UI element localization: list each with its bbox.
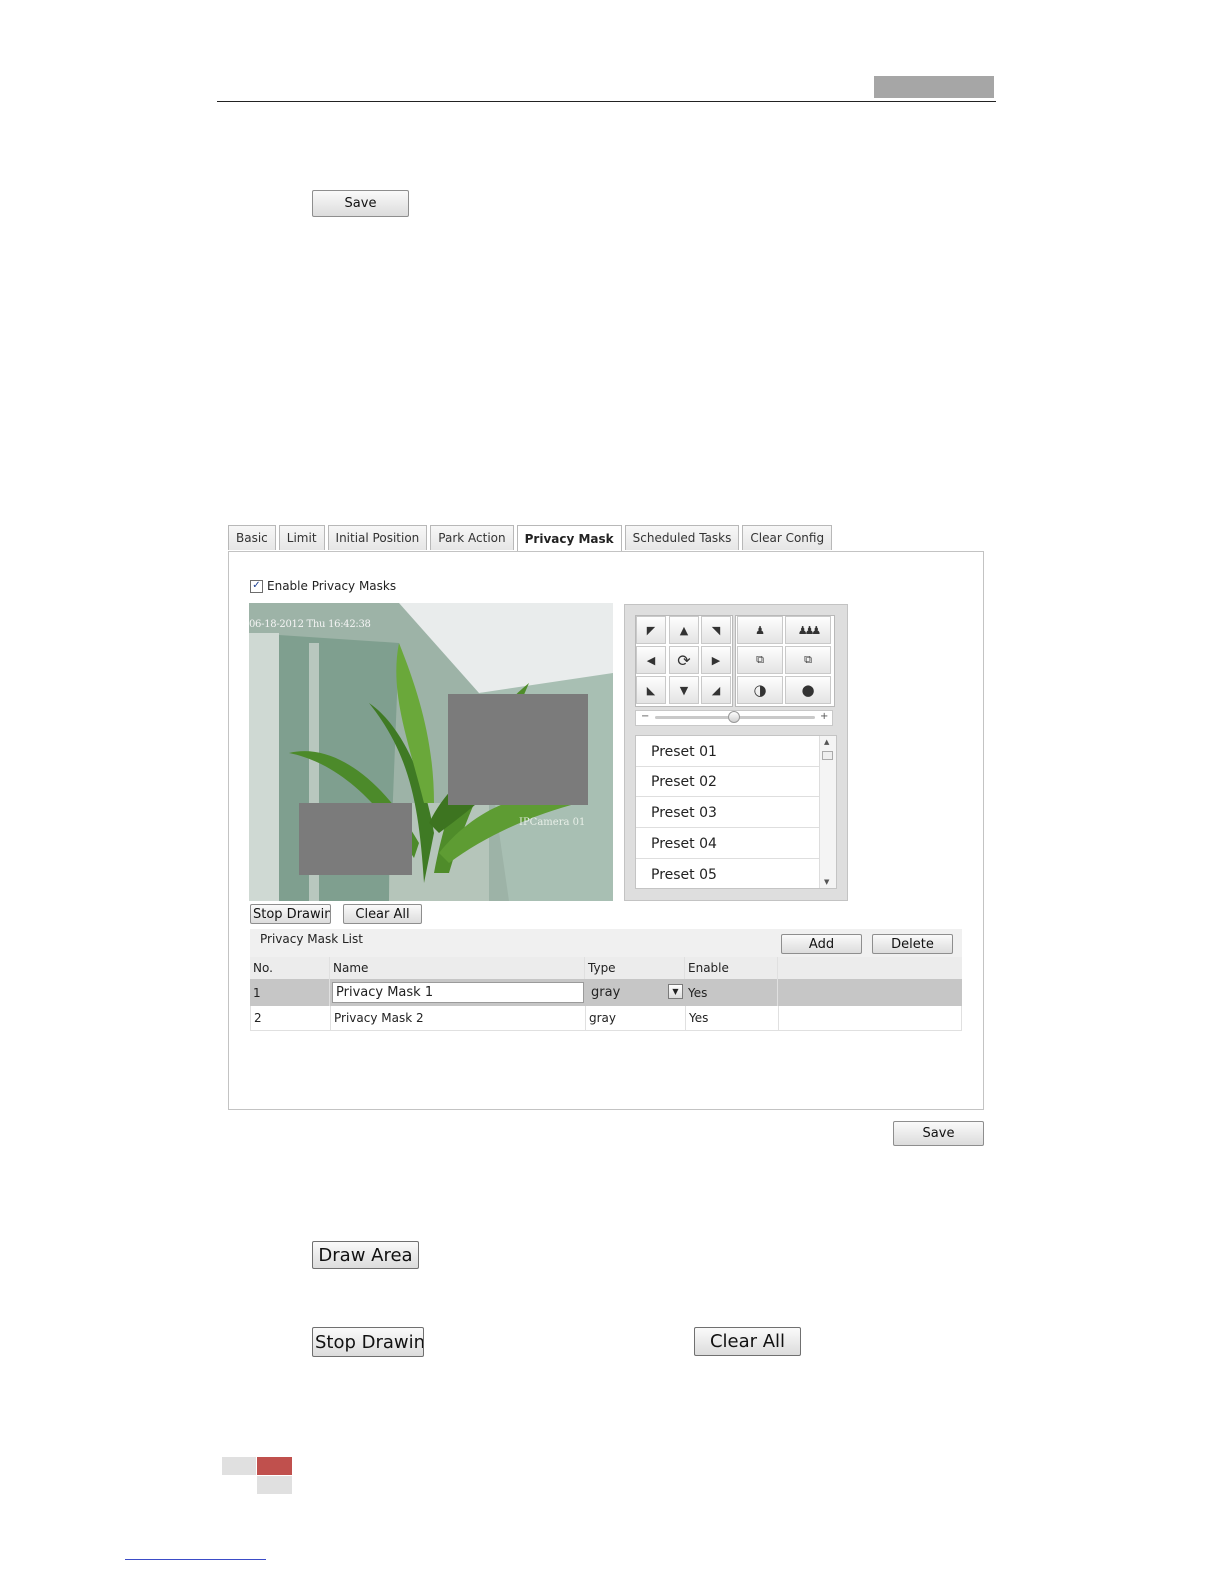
- arrow-right-icon[interactable]: ▶: [701, 646, 731, 674]
- scroll-up-icon[interactable]: ▲: [824, 738, 829, 746]
- footer-link-underline: [125, 1559, 266, 1560]
- clear-all-large-button[interactable]: Clear All: [694, 1327, 801, 1356]
- draw-area-button[interactable]: Draw Area: [312, 1241, 419, 1269]
- delete-mask-button[interactable]: Delete: [872, 934, 953, 954]
- enable-privacy-masks-row: ✓ Enable Privacy Masks: [250, 579, 396, 593]
- preset-item[interactable]: Preset 04: [636, 829, 820, 859]
- column-enable: Enable: [685, 957, 778, 979]
- focus-near-icon[interactable]: ⧉: [737, 646, 783, 674]
- auto-pan-icon[interactable]: ⟳: [669, 646, 699, 674]
- tab-limit[interactable]: Limit: [278, 525, 325, 550]
- preset-item[interactable]: Preset 02: [636, 767, 820, 797]
- privacy-mask-area-2[interactable]: [299, 803, 412, 875]
- chevron-down-icon[interactable]: ▼: [668, 984, 683, 999]
- table-row[interactable]: 2 Privacy Mask 2 gray Yes: [250, 1006, 962, 1031]
- zoom-in-icon[interactable]: ♟: [737, 616, 783, 644]
- table-header-row: No. Name Type Enable: [250, 957, 962, 979]
- iris-open-icon[interactable]: ◑: [737, 676, 783, 704]
- arrow-down-right-icon[interactable]: ◢: [701, 676, 731, 704]
- video-camera-name: IPCamera 01: [519, 817, 586, 828]
- slider-minus-label: −: [641, 711, 650, 722]
- arrow-left-icon[interactable]: ◀: [636, 646, 666, 674]
- slider-knob[interactable]: [728, 711, 740, 723]
- scroll-down-icon[interactable]: ▼: [824, 878, 829, 886]
- row-type: gray: [586, 1006, 686, 1030]
- footer-square-gray: [257, 1476, 292, 1494]
- column-type: Type: [585, 957, 685, 979]
- top-save-button[interactable]: Save: [312, 190, 409, 217]
- video-timestamp: 06-18-2012 Thu 16:42:38: [249, 619, 371, 630]
- clear-all-button[interactable]: Clear All: [343, 904, 422, 924]
- tab-clear-config[interactable]: Clear Config: [742, 525, 833, 550]
- arrow-down-left-icon[interactable]: ◣: [636, 676, 666, 704]
- arrow-up-left-icon[interactable]: ◤: [636, 616, 666, 644]
- zoom-out-icon[interactable]: ♟♟♟: [785, 616, 831, 644]
- footer-square-gray: [222, 1457, 256, 1475]
- preset-scrollbar[interactable]: ▲ ▼: [819, 736, 836, 888]
- tab-basic[interactable]: Basic: [228, 525, 276, 550]
- enable-privacy-masks-label: Enable Privacy Masks: [267, 579, 397, 593]
- preset-item[interactable]: Preset 03: [636, 798, 820, 828]
- stop-drawing-large-button[interactable]: Stop Drawing: [312, 1327, 424, 1357]
- stop-drawing-button[interactable]: Stop Drawing: [250, 904, 331, 924]
- preset-list: Preset 01 Preset 02 Preset 03 Preset 04 …: [635, 735, 837, 889]
- footer-square-red: [257, 1457, 292, 1475]
- header-tag: [874, 76, 994, 98]
- column-name: Name: [330, 957, 585, 979]
- mask-list-title: Privacy Mask List: [260, 932, 363, 946]
- arrow-up-right-icon[interactable]: ◥: [701, 616, 731, 644]
- column-no: No.: [250, 957, 330, 979]
- preset-item[interactable]: Preset 05: [636, 860, 820, 888]
- mask-name-input[interactable]: Privacy Mask 1: [332, 982, 584, 1003]
- iris-close-icon[interactable]: ●: [785, 676, 831, 704]
- arrow-up-icon[interactable]: ▲: [669, 616, 699, 644]
- live-video[interactable]: 06-18-2012 Thu 16:42:38 IPCamera 01: [249, 603, 613, 901]
- row-enable: Yes: [686, 1006, 779, 1030]
- add-mask-button[interactable]: Add: [781, 934, 862, 954]
- scroll-thumb[interactable]: [822, 751, 833, 760]
- row-no: 1: [250, 979, 330, 1006]
- arrow-down-icon[interactable]: ▼: [669, 676, 699, 704]
- tab-bar: Basic Limit Initial Position Park Action…: [228, 525, 833, 551]
- tab-scheduled-tasks[interactable]: Scheduled Tasks: [624, 525, 740, 550]
- row-enable: Yes: [685, 979, 778, 1006]
- table-row[interactable]: 1 Privacy Mask 1 gray ▼ Yes: [250, 979, 962, 1006]
- row-filler: [779, 1006, 962, 1030]
- enable-privacy-masks-checkbox[interactable]: ✓: [250, 579, 263, 593]
- row-name: Privacy Mask 2: [331, 1006, 586, 1030]
- tab-initial-position[interactable]: Initial Position: [327, 525, 428, 550]
- bottom-save-button[interactable]: Save: [893, 1121, 984, 1146]
- preset-item[interactable]: Preset 01: [636, 737, 820, 767]
- privacy-mask-area-1[interactable]: [448, 694, 588, 805]
- header-rule: [217, 101, 996, 102]
- tab-park-action[interactable]: Park Action: [430, 525, 514, 550]
- slider-plus-label: +: [820, 711, 829, 722]
- focus-far-icon[interactable]: ⧉: [785, 646, 831, 674]
- row-no: 2: [251, 1006, 331, 1030]
- tab-privacy-mask[interactable]: Privacy Mask: [516, 525, 622, 551]
